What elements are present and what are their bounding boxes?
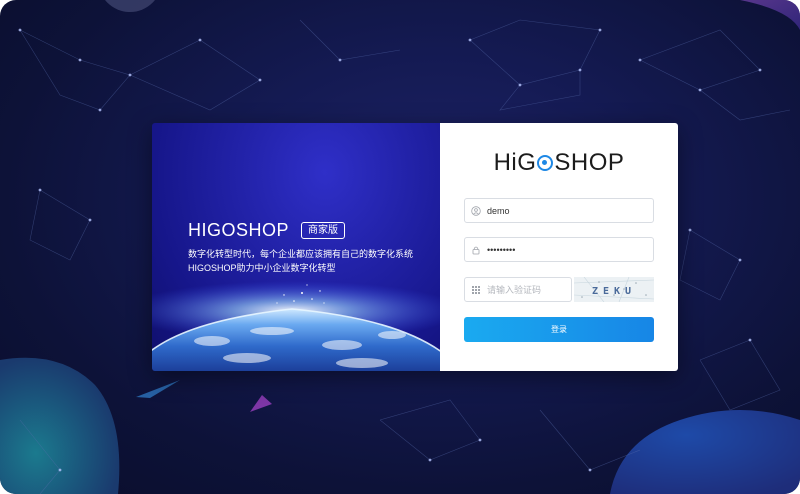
brand-row: HIGOSHOP 商家版 [188,219,413,241]
username-value: demo [487,205,510,216]
username-field[interactable]: demo [464,198,654,223]
grid-icon [465,285,487,295]
password-value: ••••••••• [487,244,516,255]
logo-o-ring-icon [537,155,554,171]
promo-panel: HIGOSHOP 商家版 数字化转型时代，每个企业都应该拥有自己的数字化系统 H… [152,123,440,371]
promo-tagline-line-2: HIGOSHOP助力中小企业数字化转型 [188,263,336,273]
captcha-image[interactable]: ZEKU [574,277,654,302]
lock-icon [465,245,487,255]
captcha-placeholder: 请输入验证码 [487,285,542,295]
promo-brand-name: HIGOSHOP [188,219,290,240]
higoshop-logo: HiG SHOP [440,149,678,177]
promo-tagline: 数字化转型时代，每个企业都应该拥有自己的数字化系统 HIGOSHOP助力中小企业… [188,247,413,275]
password-field[interactable]: ••••••••• [464,237,654,262]
logo-suffix: SHOP [554,149,625,176]
login-form-panel: HiG SHOP demo ••••••••• 请输入验证码 ZEKU 登录 [440,123,678,371]
promo-text: HIGOSHOP 商家版 数字化转型时代，每个企业都应该拥有自己的数字化系统 H… [188,219,413,275]
logo-prefix: Hi [493,149,518,176]
logo-g: G [517,149,537,176]
login-button[interactable]: 登录 [464,317,654,342]
login-card: HIGOSHOP 商家版 数字化转型时代，每个企业都应该拥有自己的数字化系统 H… [152,123,678,371]
page-background: HIGOSHOP 商家版 数字化转型时代，每个企业都应该拥有自己的数字化系统 H… [0,0,800,494]
captcha-field[interactable]: 请输入验证码 [464,277,572,302]
user-icon [465,205,487,216]
promo-tagline-line-1: 数字化转型时代，每个企业都应该拥有自己的数字化系统 [188,249,414,259]
edition-badge: 商家版 [301,221,346,239]
captcha-text: ZEKU [592,286,636,297]
